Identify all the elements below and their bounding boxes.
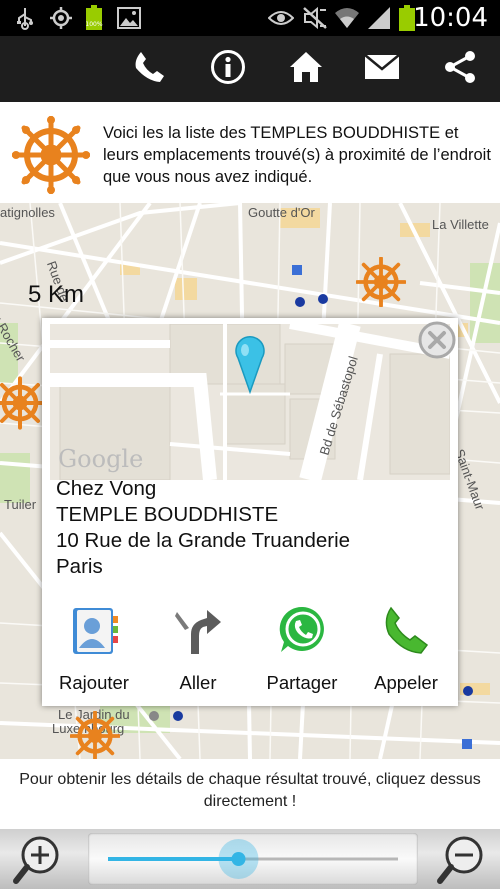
battery-percent-label: 100%	[85, 21, 102, 28]
temple-map-pin[interactable]	[355, 256, 407, 308]
eye-icon	[268, 6, 294, 30]
map-label: La Villette	[432, 217, 489, 232]
google-watermark: Google	[58, 445, 143, 473]
status-bar: 100% 10:04	[0, 0, 500, 36]
zoom-slider[interactable]	[88, 833, 418, 885]
usb-icon	[14, 6, 36, 30]
popup-actions: Rajouter Aller Partager Appeler	[42, 600, 458, 700]
add-contact-label: Rajouter	[59, 672, 129, 693]
gps-icon	[48, 6, 74, 30]
status-time: 10:04	[413, 3, 488, 33]
zoom-out-button[interactable]	[414, 829, 500, 889]
directions-label: Aller	[179, 672, 217, 693]
mail-icon	[364, 53, 400, 85]
map-label: Tuiler	[4, 497, 37, 512]
call-button[interactable]: Appeler	[354, 600, 458, 700]
results-description: Voici les la liste des TEMPLES BOUDDHIST…	[103, 124, 491, 186]
add-contact-button[interactable]: Rajouter	[42, 600, 146, 700]
wifi-icon	[334, 6, 360, 30]
zoom-slider-graphic	[108, 839, 398, 879]
place-popup[interactable]: Bd de Sébastopol Google Chez Vong TEMPLE…	[42, 318, 458, 706]
battery-icon: 100%	[84, 5, 104, 30]
home-button[interactable]	[282, 45, 330, 93]
mail-button[interactable]	[358, 45, 406, 93]
distance-label: 5 Km	[28, 281, 85, 308]
close-popup-button[interactable]	[416, 319, 458, 361]
zoom-out-icon	[437, 836, 483, 884]
zoom-slider-handle[interactable]	[218, 839, 259, 879]
phone-call-icon	[381, 604, 433, 656]
zoom-in-icon	[13, 836, 59, 884]
whatsapp-icon	[277, 604, 329, 656]
share-icon	[443, 50, 477, 89]
info-button[interactable]	[204, 45, 252, 93]
action-bar	[0, 36, 500, 102]
signal-icon	[366, 6, 392, 30]
home-icon	[288, 50, 324, 89]
directions-button[interactable]: Aller	[146, 600, 250, 700]
call-label: Appeler	[374, 672, 438, 693]
share-label: Partager	[266, 672, 338, 693]
place-city: Paris	[56, 555, 103, 578]
dharma-wheel-icon	[11, 115, 91, 195]
image-icon	[116, 6, 142, 30]
contact-card-icon	[69, 604, 121, 656]
info-header: Voici les la liste des TEMPLES BOUDDHIST…	[0, 102, 500, 203]
share-whatsapp-button[interactable]: Partager	[250, 600, 354, 700]
mini-map-background: Bd de Sébastopol Google	[50, 324, 450, 480]
close-icon	[418, 321, 456, 359]
phone-icon	[133, 50, 167, 89]
map-label: Goutte d'Or	[248, 205, 315, 220]
mini-map[interactable]: Bd de Sébastopol Google	[50, 324, 450, 480]
zoom-in-button[interactable]	[0, 829, 86, 889]
place-category: TEMPLE BOUDDHISTE	[56, 503, 279, 526]
place-name: Chez Vong	[56, 477, 157, 500]
temple-map-pin[interactable]	[0, 373, 47, 433]
place-address-block: Chez Vong TEMPLE BOUDDHISTE 10 Rue de la…	[56, 476, 350, 580]
info-icon	[210, 49, 246, 90]
map-label: atignolles	[0, 205, 55, 220]
mute-icon	[302, 6, 328, 30]
hint-text: Pour obtenir les détails de chaque résul…	[0, 759, 500, 829]
share-button[interactable]	[436, 45, 484, 93]
phone-button[interactable]	[126, 45, 174, 93]
turn-arrow-icon	[173, 604, 225, 656]
zoom-bar	[0, 829, 500, 889]
temple-map-pin[interactable]	[69, 710, 121, 759]
place-street: 10 Rue de la Grande Truanderie	[56, 529, 351, 552]
